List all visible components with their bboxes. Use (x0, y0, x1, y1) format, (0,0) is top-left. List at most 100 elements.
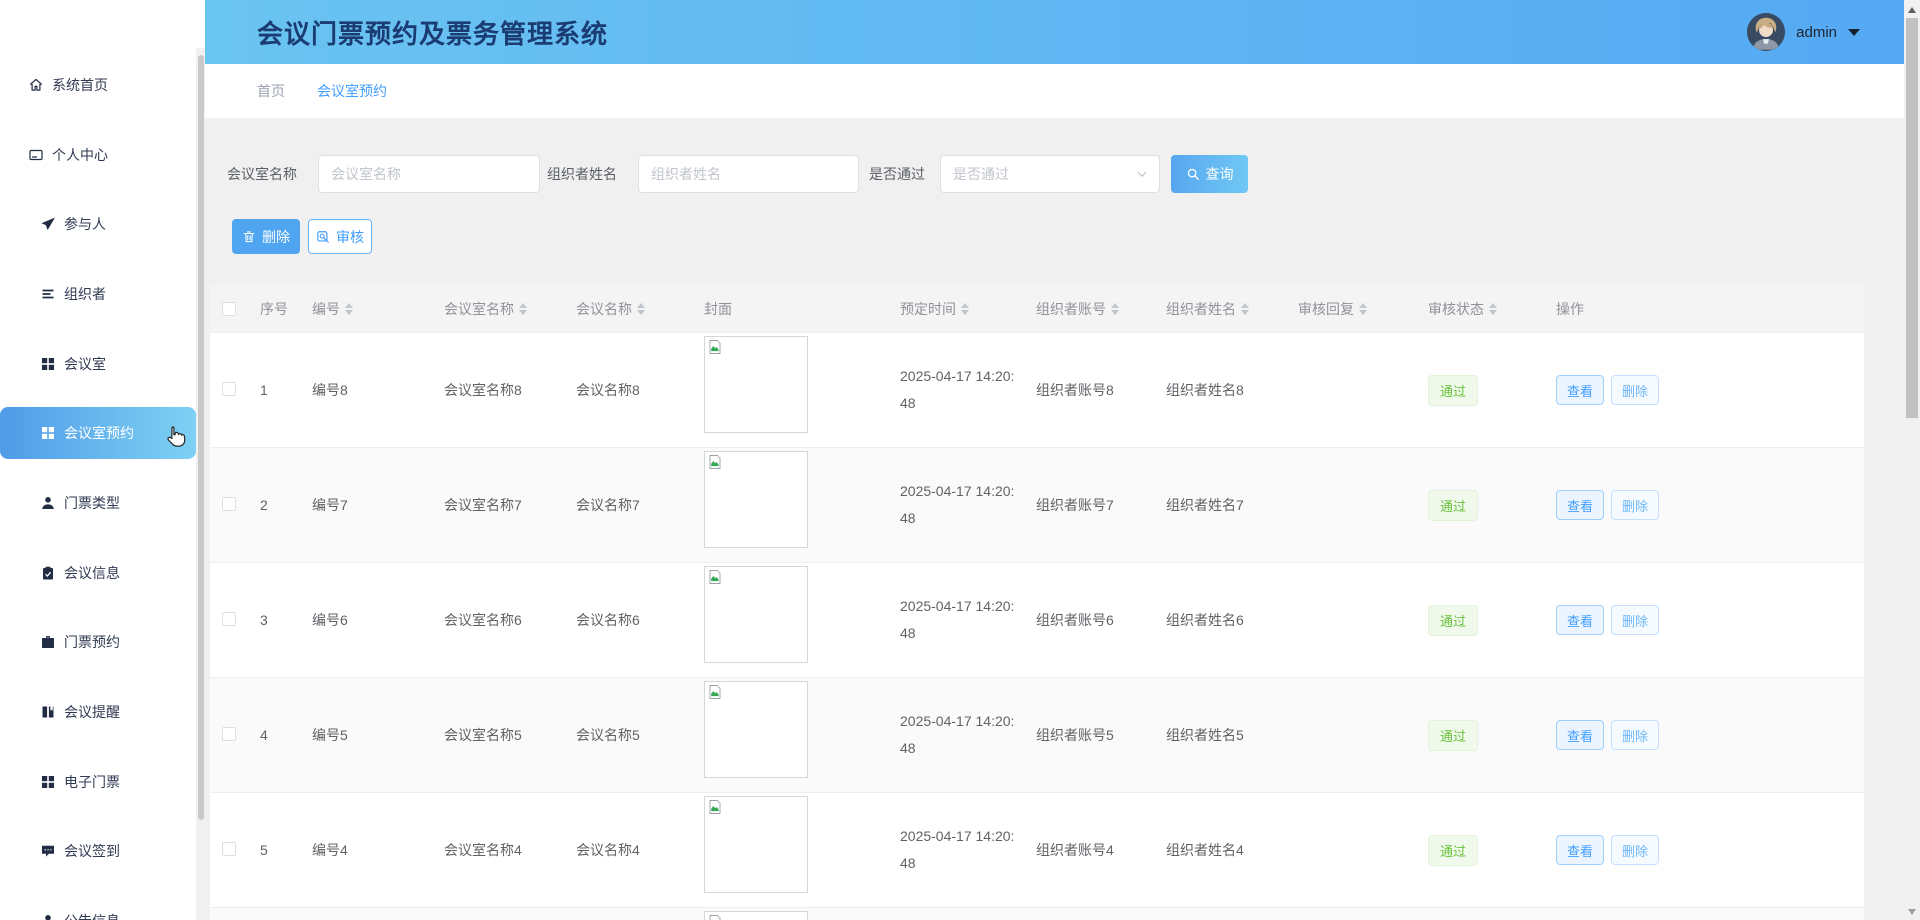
sort-caret-icon[interactable] (345, 303, 353, 315)
sidebar-scrollbar-thumb[interactable] (198, 55, 204, 820)
column-label: 编号 (312, 299, 340, 319)
cell-room-name: 会议室名称5 (434, 725, 566, 745)
sidebar-item-5[interactable]: 会议室 (0, 329, 196, 399)
select-all-cell (210, 302, 250, 316)
row-checkbox[interactable] (222, 842, 236, 856)
approved-select-placeholder: 是否通过 (953, 164, 1009, 184)
delete-row-button[interactable]: 删除 (1611, 605, 1659, 635)
sidebar-item-2[interactable]: 个人中心 (0, 120, 196, 190)
column-header-8[interactable]: 组织者姓名 (1156, 299, 1288, 319)
view-button[interactable]: 查看 (1556, 605, 1604, 635)
breadcrumb-current[interactable]: 会议室预约 (317, 81, 387, 101)
delete-button[interactable]: 删除 (232, 219, 300, 254)
sidebar-item-9[interactable]: 门票预约 (0, 608, 196, 678)
sidebar-item-8[interactable]: 会议信息 (0, 538, 196, 608)
sidebar-item-11[interactable]: 电子门票 (0, 747, 196, 817)
sidebar: 系统首页 个人中心 参与人 组织者 会议室 会议室预约 门票类型 会议信息 门票… (0, 0, 205, 920)
grid-icon (40, 774, 56, 790)
column-header-10[interactable]: 审核状态 (1418, 299, 1546, 319)
dropdown-caret-icon (1848, 29, 1860, 36)
cell-code: 编号7 (302, 495, 434, 515)
organizer-name-input[interactable] (638, 155, 859, 193)
approved-label: 是否通过 (869, 155, 925, 193)
audit-icon (316, 230, 330, 244)
cell-organizer-account: 组织者账号5 (1026, 725, 1156, 745)
grid-icon (40, 425, 56, 441)
cell-organizer-account: 组织者账号7 (1026, 495, 1156, 515)
table-body: 1 编号8 会议室名称8 会议名称8 2025-04-17 14:20:48 组… (210, 332, 1864, 920)
sidebar-item-4[interactable]: 组织者 (0, 259, 196, 329)
column-label: 预定时间 (900, 299, 956, 319)
audit-button[interactable]: 审核 (308, 219, 372, 254)
row-checkbox[interactable] (222, 727, 236, 741)
sidebar-item-13[interactable]: 公告信息 (0, 886, 196, 920)
cell-organizer-account: 组织者账号6 (1026, 610, 1156, 630)
scroll-down-icon[interactable] (1908, 909, 1916, 915)
column-header-7[interactable]: 组织者账号 (1026, 299, 1156, 319)
table-row: 5 编号4 会议室名称4 会议名称4 2025-04-17 14:20:48 组… (210, 792, 1864, 907)
sort-caret-icon[interactable] (961, 303, 969, 315)
column-label: 会议室名称 (444, 299, 514, 319)
page-scrollbar-thumb[interactable] (1906, 18, 1918, 418)
cover-image-placeholder (704, 681, 808, 778)
sidebar-item-label: 会议室预约 (64, 423, 134, 443)
table-row (210, 907, 1864, 920)
page-scrollbar[interactable] (1904, 0, 1920, 920)
column-label: 封面 (704, 299, 732, 319)
view-button[interactable]: 查看 (1556, 720, 1604, 750)
sort-caret-icon[interactable] (1359, 303, 1367, 315)
sidebar-item-label: 公告信息 (64, 911, 120, 920)
column-header-4[interactable]: 会议名称 (566, 299, 694, 319)
sidebar-item-label: 参与人 (64, 214, 106, 234)
delete-row-button[interactable]: 删除 (1611, 490, 1659, 520)
room-name-input[interactable] (318, 155, 540, 193)
view-button[interactable]: 查看 (1556, 375, 1604, 405)
row-checkbox[interactable] (222, 612, 236, 626)
sidebar-item-label: 门票预约 (64, 632, 120, 652)
cell-room-name: 会议室名称7 (434, 495, 566, 515)
person-icon (40, 495, 56, 511)
cell-reserve-time: 2025-04-17 14:20:48 (890, 478, 1026, 532)
home-icon (28, 77, 44, 93)
view-button[interactable]: 查看 (1556, 490, 1604, 520)
column-header-6[interactable]: 预定时间 (890, 299, 1026, 319)
sidebar-item-label: 个人中心 (52, 145, 108, 165)
select-all-checkbox[interactable] (222, 302, 236, 316)
broken-image-icon (707, 339, 723, 355)
scroll-up-icon[interactable] (1908, 7, 1916, 13)
sort-caret-icon[interactable] (637, 303, 645, 315)
cell-index: 2 (250, 497, 302, 513)
column-label: 会议名称 (576, 299, 632, 319)
cell-index: 1 (250, 382, 302, 398)
sort-caret-icon[interactable] (1111, 303, 1119, 315)
user-menu[interactable]: admin (1747, 0, 1860, 64)
row-checkbox[interactable] (222, 382, 236, 396)
sidebar-item-3[interactable]: 参与人 (0, 189, 196, 259)
column-header-9[interactable]: 审核回复 (1288, 299, 1418, 319)
sidebar-item-7[interactable]: 门票类型 (0, 468, 196, 538)
column-label: 组织者姓名 (1166, 299, 1236, 319)
column-header-2[interactable]: 编号 (302, 299, 434, 319)
approved-select[interactable]: 是否通过 (940, 155, 1160, 193)
avatar[interactable] (1747, 13, 1785, 51)
organizer-name-label: 组织者姓名 (547, 155, 617, 193)
sort-caret-icon[interactable] (1241, 303, 1249, 315)
delete-row-button[interactable]: 删除 (1611, 720, 1659, 750)
row-checkbox[interactable] (222, 497, 236, 511)
sidebar-item-label: 会议签到 (64, 841, 120, 861)
sidebar-item-10[interactable]: 会议提醒 (0, 677, 196, 747)
sort-caret-icon[interactable] (1489, 303, 1497, 315)
breadcrumb-home[interactable]: 首页 (257, 81, 285, 101)
delete-row-button[interactable]: 删除 (1611, 375, 1659, 405)
sort-caret-icon[interactable] (519, 303, 527, 315)
broken-image-icon (707, 914, 723, 920)
sidebar-scrollbar[interactable] (196, 48, 205, 920)
sidebar-item-12[interactable]: 会议签到 (0, 817, 196, 887)
cell-reserve-time: 2025-04-17 14:20:48 (890, 823, 1026, 877)
view-button[interactable]: 查看 (1556, 835, 1604, 865)
delete-row-button[interactable]: 删除 (1611, 835, 1659, 865)
search-button[interactable]: 查询 (1171, 155, 1248, 193)
cell-organizer-name: 组织者姓名7 (1156, 495, 1288, 515)
sidebar-item-1[interactable]: 系统首页 (0, 50, 196, 120)
column-header-3[interactable]: 会议室名称 (434, 299, 566, 319)
